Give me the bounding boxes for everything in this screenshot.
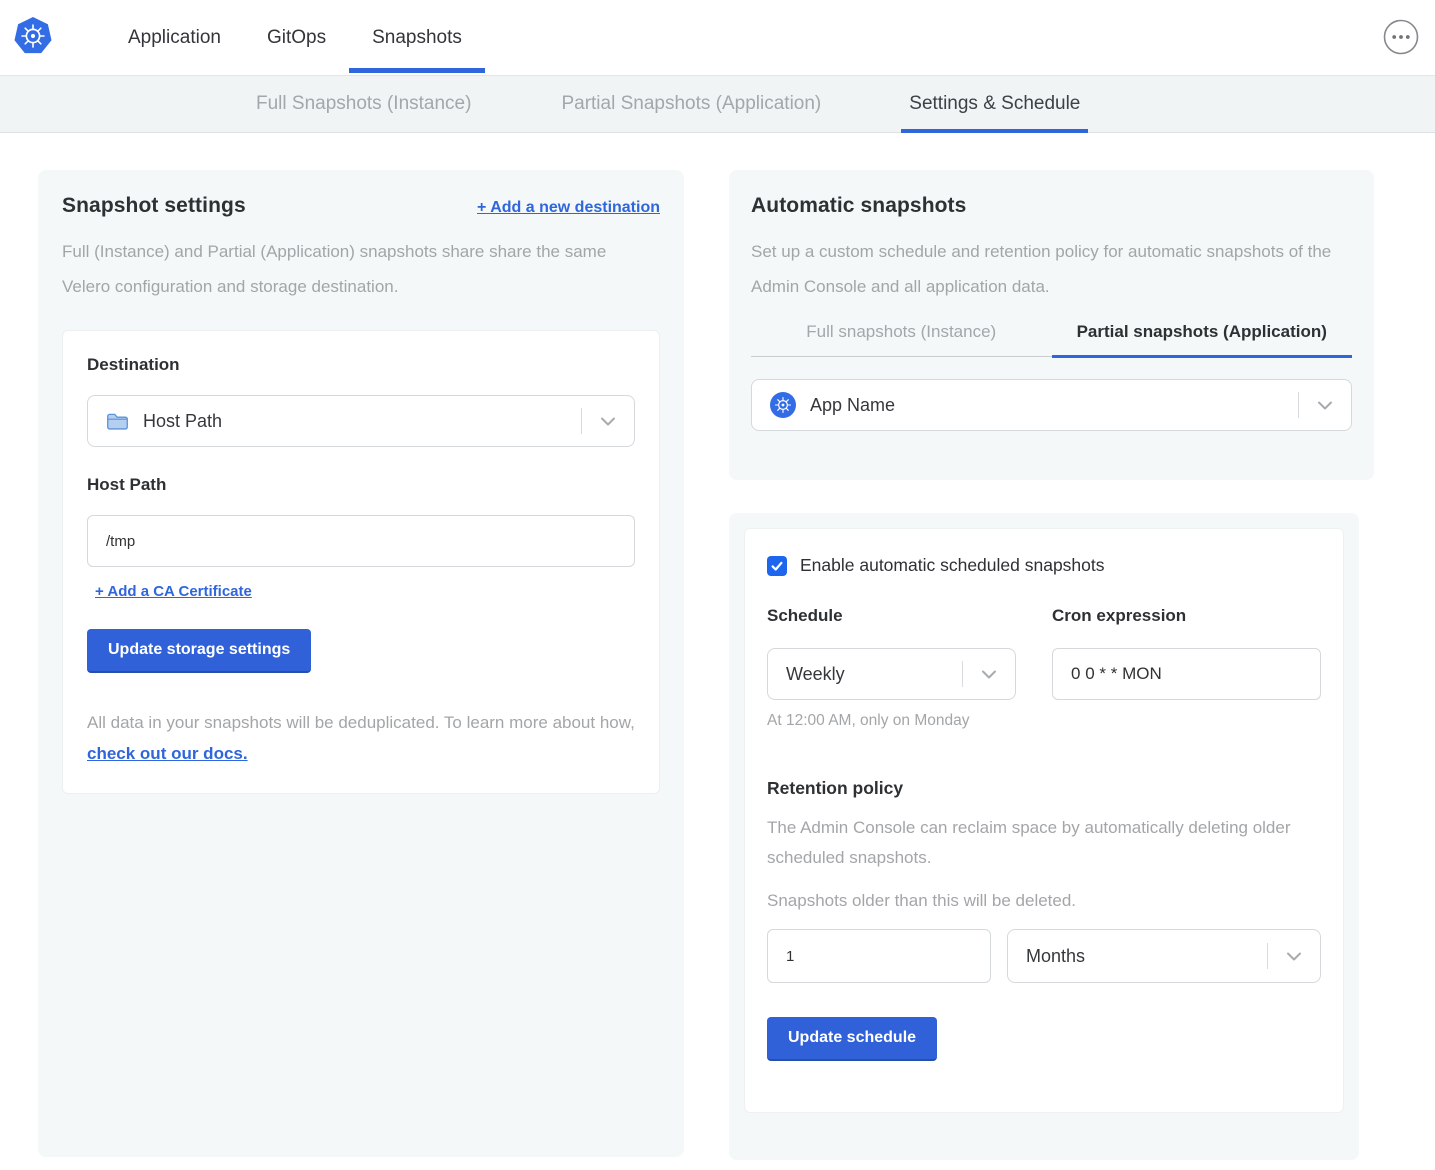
top-header: Application GitOps Snapshots [0, 0, 1435, 75]
schedule-interval-select[interactable]: Weekly [767, 648, 1016, 700]
update-schedule-button[interactable]: Update schedule [767, 1017, 937, 1061]
more-options-button[interactable] [1382, 18, 1420, 56]
automatic-snapshots-title: Automatic snapshots [751, 194, 1352, 218]
docs-link[interactable]: check out our docs. [87, 744, 248, 763]
snapshot-settings-description: Full (Instance) and Partial (Application… [62, 234, 652, 304]
primary-nav: Application GitOps Snapshots [105, 0, 485, 75]
folder-icon [106, 412, 129, 431]
destination-value: Host Path [143, 411, 222, 432]
dedupe-text: All data in your snapshots will be dedup… [87, 713, 635, 732]
chevron-down-icon [600, 417, 616, 426]
retention-count-input[interactable] [767, 929, 991, 983]
schedule-card: Enable automatic scheduled snapshots Sch… [744, 528, 1344, 1113]
storage-settings-card: Destination Host Path Host Path + Add a … [62, 330, 660, 794]
app-kubernetes-icon [770, 392, 796, 418]
tab-auto-full-snapshots[interactable]: Full snapshots (Instance) [751, 322, 1052, 357]
kubernetes-logo-icon [14, 17, 52, 55]
tab-auto-partial-snapshots[interactable]: Partial snapshots (Application) [1052, 322, 1353, 357]
automatic-snapshot-tabs: Full snapshots (Instance) Partial snapsh… [751, 322, 1352, 357]
chevron-down-icon [981, 670, 997, 679]
enable-snapshots-checkbox[interactable] [767, 556, 787, 576]
ellipsis-icon [1382, 18, 1420, 56]
cron-expression-input[interactable] [1052, 648, 1321, 700]
app-select[interactable]: App Name [751, 379, 1352, 431]
retention-policy-description: The Admin Console can reclaim space by a… [767, 813, 1297, 873]
host-path-input[interactable] [87, 515, 635, 567]
main-content: Snapshot settings + Add a new destinatio… [0, 133, 1435, 1160]
nav-snapshots[interactable]: Snapshots [349, 0, 485, 75]
snapshot-settings-panel: Snapshot settings + Add a new destinatio… [38, 170, 684, 1157]
schedule-cron-grid: Schedule Weekly At 12:00 AM, only o [767, 606, 1321, 730]
automatic-snapshots-description: Set up a custom schedule and retention p… [751, 234, 1341, 304]
snapshot-settings-title: Snapshot settings [62, 194, 246, 218]
chevron-down-icon [1317, 401, 1333, 410]
update-storage-settings-button[interactable]: Update storage settings [87, 629, 311, 673]
add-new-destination-link[interactable]: + Add a new destination [477, 199, 660, 217]
right-column: Automatic snapshots Set up a custom sche… [729, 170, 1375, 1160]
cron-readable-text: At 12:00 AM, only on Monday [767, 712, 1016, 730]
checkmark-icon [770, 559, 784, 573]
retention-unit-select[interactable]: Months [1007, 929, 1321, 983]
add-ca-certificate-link[interactable]: + Add a CA Certificate [95, 583, 252, 600]
app-select-value: App Name [810, 395, 895, 416]
enable-snapshots-checkbox-row[interactable]: Enable automatic scheduled snapshots [767, 555, 1321, 576]
dedupe-note: All data in your snapshots will be dedup… [87, 707, 635, 769]
tab-settings-schedule[interactable]: Settings & Schedule [901, 76, 1088, 132]
host-path-label: Host Path [87, 475, 635, 495]
retention-hint: Snapshots older than this will be delete… [767, 891, 1321, 911]
cron-expression-label: Cron expression [1052, 606, 1321, 626]
retention-controls-row: Months [767, 929, 1321, 983]
schedule-interval-value: Weekly [786, 664, 845, 685]
automatic-snapshots-panel: Automatic snapshots Set up a custom sche… [729, 170, 1374, 480]
enable-snapshots-label: Enable automatic scheduled snapshots [800, 555, 1105, 576]
tab-partial-snapshots-application[interactable]: Partial Snapshots (Application) [553, 76, 829, 132]
nav-application[interactable]: Application [105, 0, 244, 75]
snapshots-subnav: Full Snapshots (Instance) Partial Snapsh… [0, 75, 1435, 133]
schedule-label: Schedule [767, 606, 1016, 626]
retention-policy-title: Retention policy [767, 778, 1321, 799]
nav-gitops[interactable]: GitOps [244, 0, 349, 75]
retention-unit-value: Months [1026, 946, 1085, 967]
chevron-down-icon [1286, 952, 1302, 961]
destination-select[interactable]: Host Path [87, 395, 635, 447]
tab-full-snapshots-instance[interactable]: Full Snapshots (Instance) [248, 76, 479, 132]
destination-label: Destination [87, 355, 635, 375]
schedule-panel: Enable automatic scheduled snapshots Sch… [729, 513, 1359, 1160]
